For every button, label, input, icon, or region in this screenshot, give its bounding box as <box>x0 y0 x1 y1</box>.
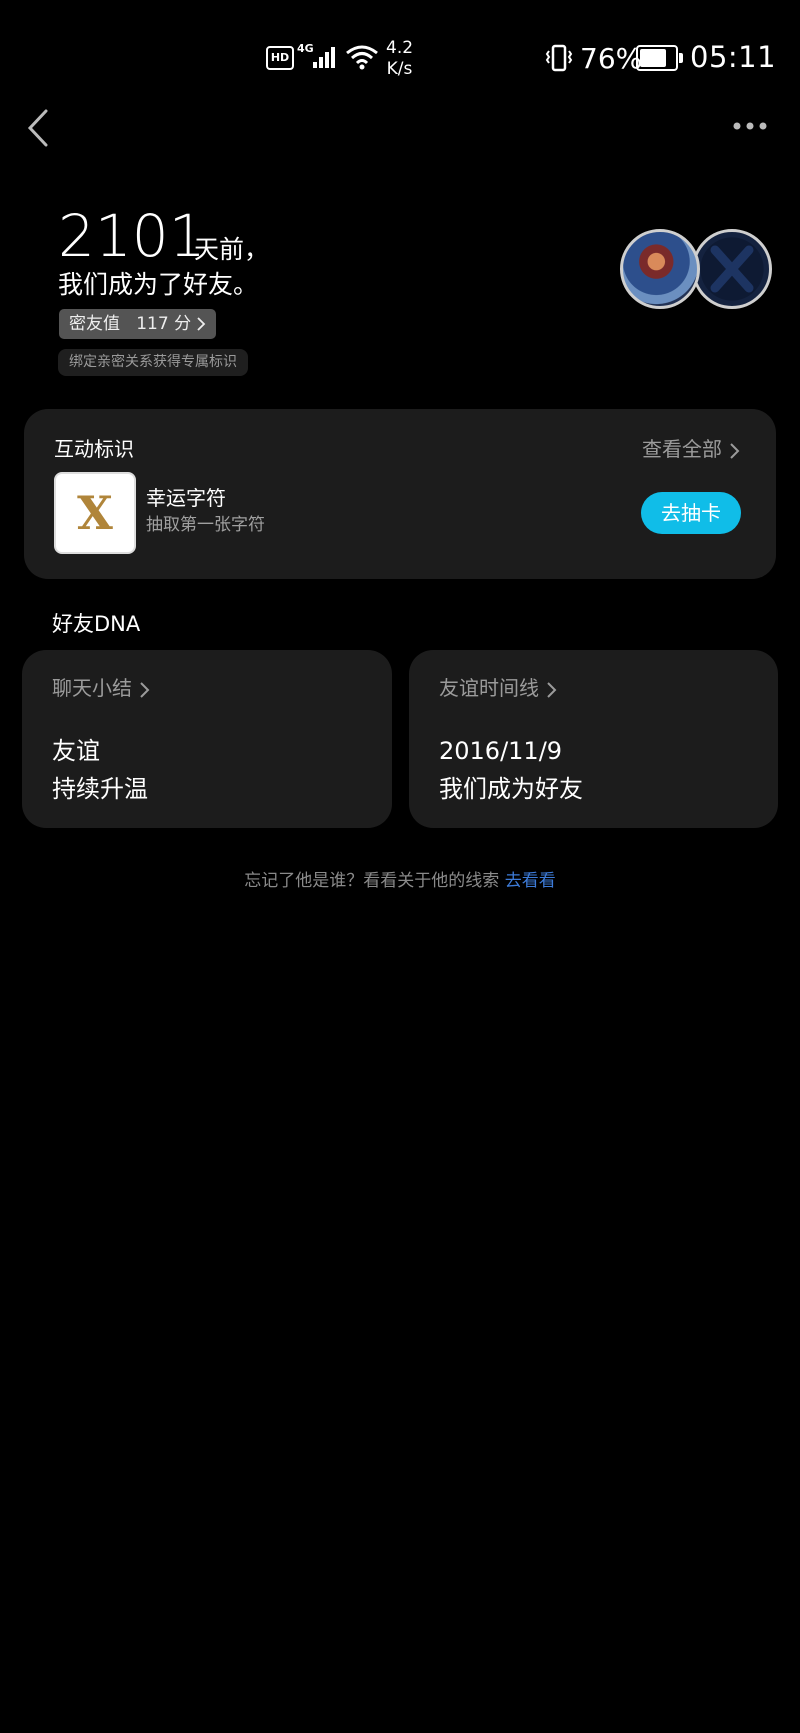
timeline-value: 2016/11/9 我们成为好友 <box>439 737 583 803</box>
status-bar: HD 4G 4.2 K/s 76% 05:11 <box>0 0 800 110</box>
badge-letter: X <box>77 486 113 540</box>
wifi-icon <box>346 45 378 70</box>
dna-section-title: 好友DNA <box>52 612 141 636</box>
chat-summary-value: 友谊 持续升温 <box>52 737 148 803</box>
intimacy-score-button[interactable]: 密友值 117 分 <box>59 309 217 339</box>
view-all-link[interactable]: 查看全部 <box>642 433 740 462</box>
battery-icon <box>636 45 683 71</box>
vibrate-icon <box>545 44 573 72</box>
chevron-right-icon <box>140 681 150 698</box>
chevron-right-icon <box>197 317 206 331</box>
network-speed: 4.2 K/s <box>386 38 414 79</box>
clue-hint: 忘记了他是谁？看看关于他的线索 去看看 <box>244 871 556 891</box>
badge-description: 抽取第一张字符 <box>146 515 265 535</box>
score-value: 117 分 <box>136 314 192 334</box>
days-count: 2101 <box>58 202 206 270</box>
friendship-statement: 我们成为了好友。 <box>58 270 259 299</box>
more-icon[interactable] <box>732 118 768 134</box>
interaction-title: 互动标识 <box>54 437 134 461</box>
chevron-right-icon <box>730 442 740 459</box>
signal-icon <box>313 47 335 68</box>
friendship-timeline-card[interactable]: 友谊时间线 2016/11/9 我们成为好友 <box>409 650 778 828</box>
bind-hint: 绑定亲密关系获得专属标识 <box>58 349 248 376</box>
chat-summary-card[interactable]: 聊天小结 友谊 持续升温 <box>22 650 392 828</box>
clock: 05:11 <box>690 40 777 74</box>
battery-fill <box>640 49 666 67</box>
timeline-heading: 友谊时间线 <box>439 672 557 701</box>
days-suffix: 天前， <box>194 235 270 264</box>
hd-indicator: HD <box>266 46 294 70</box>
chevron-left-icon[interactable] <box>24 108 54 148</box>
score-label: 密友值 <box>69 314 120 334</box>
view-clues-link[interactable]: 去看看 <box>505 871 556 891</box>
friend-avatar[interactable] <box>692 229 772 309</box>
badge-name: 幸运字符 <box>146 486 226 510</box>
chevron-right-icon <box>547 681 557 698</box>
chat-summary-heading: 聊天小结 <box>52 672 150 701</box>
draw-card-button[interactable]: 去抽卡 <box>641 492 741 534</box>
battery-tip <box>679 53 683 63</box>
battery-percent: 76% <box>580 42 643 75</box>
my-avatar[interactable] <box>620 229 700 309</box>
x-logo-icon <box>710 245 754 293</box>
